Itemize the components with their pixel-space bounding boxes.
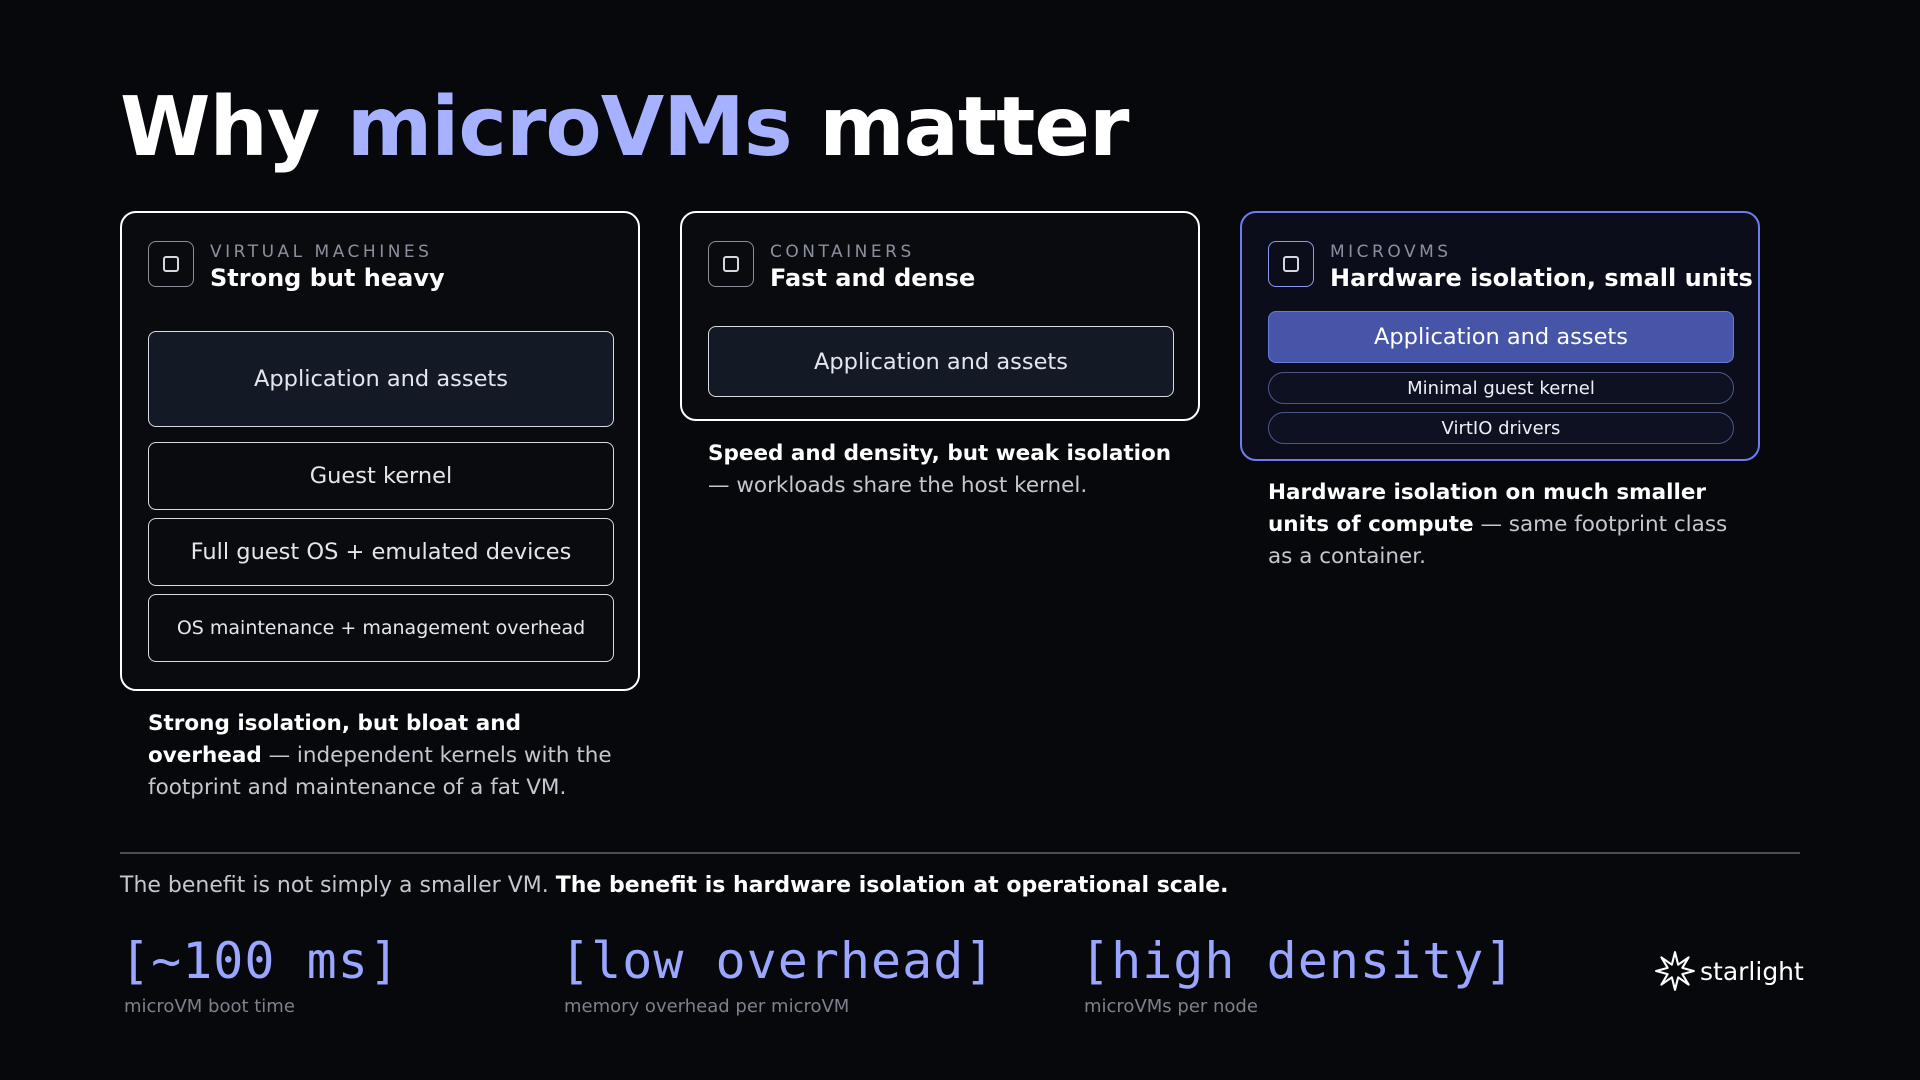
stat-value: [~100 ms] — [120, 932, 400, 990]
brand-logo: starlight — [1654, 950, 1804, 992]
card-heading: Fast and dense — [770, 264, 976, 292]
stat-label: microVM boot time — [124, 996, 295, 1017]
layer-application: Application and assets — [148, 331, 614, 427]
chip-icon — [148, 241, 194, 287]
caption-virtual-machines: Strong isolation, but bloat and overhead… — [148, 708, 618, 804]
starburst-logo-icon — [1655, 951, 1695, 991]
title-suffix: matter — [791, 80, 1129, 175]
caption-microvms: Hardware isolation on much smaller units… — [1268, 477, 1738, 573]
summary-bold: The benefit is hardware isolation at ope… — [555, 873, 1229, 898]
stat-label: memory overhead per microVM — [564, 996, 850, 1017]
layer-application: Application and assets — [708, 326, 1174, 397]
card-kicker: VIRTUAL MACHINES — [210, 242, 433, 262]
chip-icon — [1268, 241, 1314, 287]
caption-bold: Speed and density, but weak isolation — [708, 441, 1172, 466]
layer-application: Application and assets — [1268, 311, 1734, 363]
stat-value: [high density] — [1080, 932, 1516, 990]
layer-guest-os: Full guest OS + emulated devices — [148, 518, 614, 586]
divider — [120, 852, 1800, 854]
caption-containers: Speed and density, but weak isolation — … — [708, 438, 1178, 502]
layer-minimal-kernel: Minimal guest kernel — [1268, 372, 1734, 404]
stat-label: microVMs per node — [1084, 996, 1258, 1017]
summary-plain: The benefit is not simply a smaller VM. — [120, 873, 556, 898]
stat-density: [high density] microVMs per node — [1080, 932, 1515, 1017]
card-heading: Strong but heavy — [210, 264, 445, 292]
card-microvms: MICROVMS Hardware isolation, small units… — [1240, 211, 1760, 461]
brand-name: starlight — [1700, 956, 1804, 986]
summary-line: The benefit is not simply a smaller VM. … — [120, 873, 1229, 898]
stat-memory-overhead: [low overhead] memory overhead per micro… — [560, 932, 995, 1017]
caption-rest: — workloads share the host kernel. — [708, 473, 1088, 498]
card-containers: CONTAINERS Fast and dense Application an… — [680, 211, 1200, 421]
layer-maintenance: OS maintenance + management overhead — [148, 594, 614, 662]
layer-virtio-drivers: VirtIO drivers — [1268, 412, 1734, 444]
card-kicker: MICROVMS — [1330, 242, 1452, 262]
page-title: Why microVMs matter — [120, 80, 1129, 175]
chip-icon — [708, 241, 754, 287]
card-heading: Hardware isolation, small units — [1330, 264, 1753, 292]
layer-guest-kernel: Guest kernel — [148, 442, 614, 510]
title-accent: microVMs — [346, 80, 793, 175]
stat-boot-time: [~100 ms] microVM boot time — [120, 932, 400, 1017]
title-prefix: Why — [120, 80, 347, 175]
card-virtual-machines: VIRTUAL MACHINES Strong but heavy Applic… — [120, 211, 640, 691]
card-kicker: CONTAINERS — [770, 242, 915, 262]
stat-value: [low overhead] — [560, 932, 996, 990]
